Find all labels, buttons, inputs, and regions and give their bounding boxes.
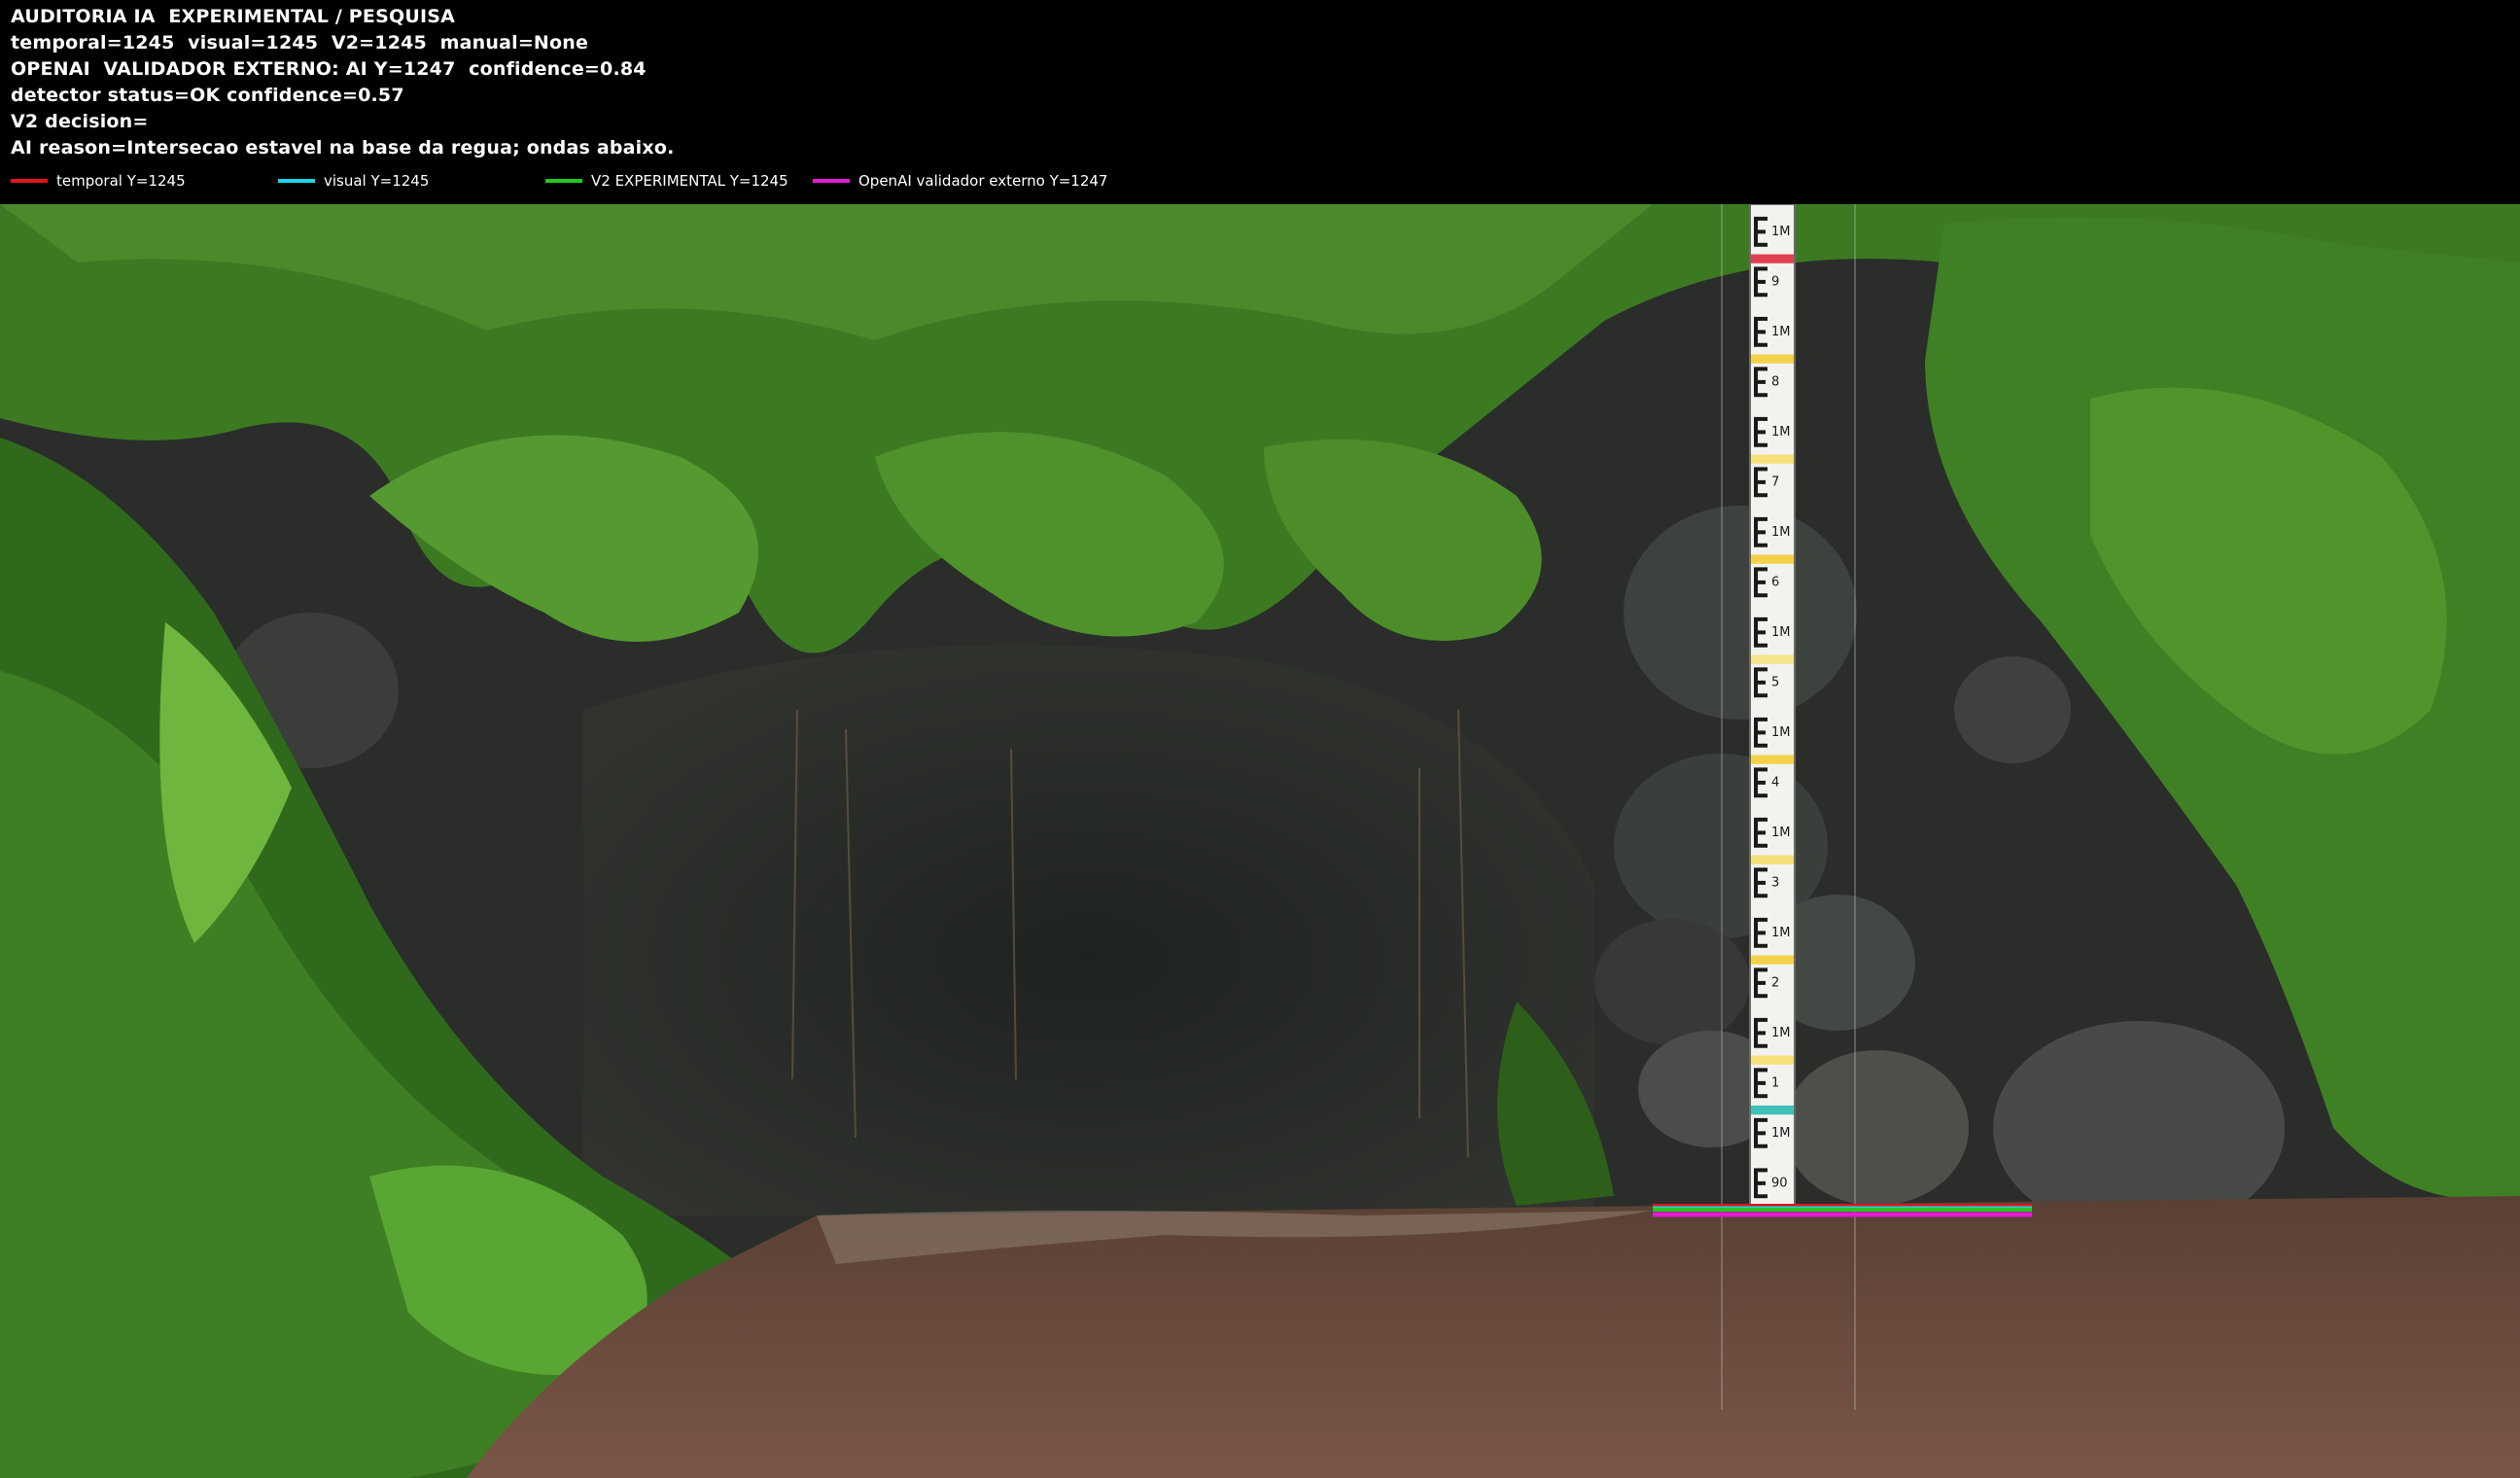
river-water: [467, 1196, 2520, 1478]
gauge-label: 1M: [1771, 525, 1791, 540]
gauge-label: 1: [1771, 1075, 1779, 1090]
gauge-color-band: [1750, 505, 1795, 514]
cave-recess: [583, 645, 1594, 1215]
gauge-color-band: [1750, 654, 1795, 664]
gauge-color-band: [1750, 1106, 1795, 1115]
gauge-color-band: [1750, 304, 1795, 314]
gauge-label: 1M: [1771, 826, 1791, 840]
gauge-color-band: [1750, 354, 1795, 364]
legend-v2: V2 EXPERIMENTAL Y=1245: [545, 170, 788, 192]
staff-gauge: 1M 9 1M 8 1M 7 1M 6 1M 5 1M 4 1M 3 1M 2 1M 1 1M 90: [1749, 204, 1796, 1207]
gauge-label: 1M: [1771, 325, 1791, 339]
legend-swatch-v2: [545, 179, 582, 183]
gauge-color-band: [1750, 554, 1795, 564]
legend-temporal: temporal Y=1245: [11, 170, 186, 192]
gauge-color-band: [1750, 905, 1795, 915]
gauge-label: 4: [1771, 775, 1779, 790]
legend-swatch-visual: [278, 179, 315, 183]
legend-label-openai: OpenAI validador externo Y=1247: [858, 172, 1108, 190]
gauge-color-band: [1750, 1155, 1795, 1165]
gauge-color-band: [1750, 805, 1795, 815]
gauge-label: 2: [1771, 975, 1779, 990]
gauge-label: 1M: [1771, 926, 1791, 940]
overlay-readings: temporal=1245 visual=1245 V2=1245 manual…: [11, 32, 589, 53]
gauge-color-band: [1750, 1005, 1795, 1015]
gauge-color-band: [1750, 955, 1795, 965]
overlay-title: AUDITORIA IA EXPERIMENTAL / PESQUISA: [11, 6, 456, 27]
gauge-color-band: [1750, 254, 1795, 264]
gauge-label: 7: [1771, 475, 1779, 489]
gauge-label: 1M: [1771, 1026, 1791, 1040]
gauge-color-band: [1750, 855, 1795, 864]
legend-label-visual: visual Y=1245: [324, 172, 430, 190]
legend-swatch-openai: [813, 179, 850, 183]
gauge-color-band: [1750, 405, 1795, 414]
audit-overlay-panel: AUDITORIA IA EXPERIMENTAL / PESQUISA tem…: [0, 0, 2520, 204]
gauge-color-band: [1750, 454, 1795, 464]
gauge-color-band: [1750, 705, 1795, 715]
gauge-color-band: [1750, 755, 1795, 764]
gauge-color-band: [1750, 1055, 1795, 1065]
gauge-label: 1M: [1771, 425, 1791, 440]
gauge-color-band: [1750, 204, 1795, 214]
gauge-label: 1M: [1771, 725, 1791, 740]
gauge-label: 5: [1771, 675, 1779, 689]
overlay-detector-status: detector status=OK confidence=0.57: [11, 85, 404, 106]
legend-label-temporal: temporal Y=1245: [56, 172, 186, 190]
river-gauge-camera-image: 1M 9 1M 8 1M 7 1M 6 1M 5 1M 4 1M 3 1M 2 1M 1 1M 90: [0, 204, 2520, 1478]
gauge-label: 8: [1771, 374, 1779, 389]
overlay-v2-decision: V2 decision=: [11, 111, 149, 132]
gauge-label: 1M: [1771, 225, 1791, 239]
gauge-label: 6: [1771, 575, 1779, 589]
gauge-label: 90: [1771, 1176, 1788, 1190]
gauge-color-band: [1750, 605, 1795, 615]
legend-label-v2: V2 EXPERIMENTAL Y=1245: [591, 172, 788, 190]
gauge-label: 9: [1771, 274, 1779, 289]
legend-swatch-temporal: [11, 179, 48, 183]
gauge-label: 1M: [1771, 625, 1791, 640]
legend-openai: OpenAI validador externo Y=1247: [813, 170, 1107, 192]
gauge-label: 3: [1771, 875, 1779, 890]
overlay-ai-reason: AI reason=Intersecao estavel na base da …: [11, 137, 675, 158]
gauge-label: 1M: [1771, 1126, 1791, 1141]
legend-visual: visual Y=1245: [278, 170, 429, 192]
overlay-ai-validator: OPENAI VALIDADOR EXTERNO: AI Y=1247 conf…: [11, 58, 647, 80]
